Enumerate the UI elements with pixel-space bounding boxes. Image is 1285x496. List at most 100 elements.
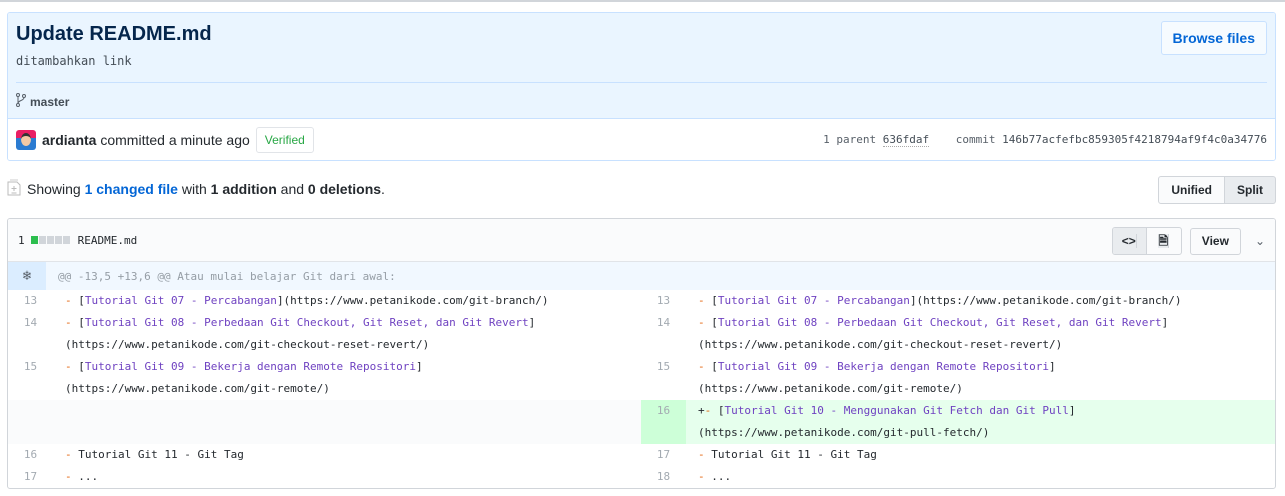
diffstat-block — [30, 236, 38, 244]
line-number[interactable]: 15 — [641, 356, 686, 400]
code-token-plain: ] — [1068, 404, 1076, 417]
view-file-button[interactable]: View — [1189, 227, 1241, 255]
code-token-plain: ... — [711, 470, 732, 483]
code-token-plain: + — [698, 404, 705, 417]
line-number[interactable]: 15 — [8, 356, 53, 400]
code-token-plain: Tutorial Git 11 - Git Tag — [78, 448, 244, 461]
commit-message: ditambahkan link — [16, 54, 132, 68]
code-line: - [Tutorial Git 07 - Percabangan](https:… — [53, 290, 641, 312]
code-token-plain: [ — [717, 404, 725, 417]
diff-summary: Showing 1 changed file with 1 addition a… — [7, 179, 385, 199]
line-number[interactable]: 13 — [641, 290, 686, 312]
rich-view-button[interactable]: 🗎 — [1147, 228, 1181, 254]
code-token-dash: - — [65, 448, 79, 461]
line-number[interactable] — [8, 400, 53, 444]
diffstat-block — [38, 236, 46, 244]
diff-row: 13- [Tutorial Git 07 - Percabangan](http… — [8, 290, 1275, 312]
author-link[interactable]: ardianta — [42, 132, 96, 148]
parent-sha-link[interactable]: 636fdaf — [882, 133, 930, 147]
right-side: 14- [Tutorial Git 08 - Perbedaan Git Che… — [641, 312, 1275, 356]
commit-meta: ardianta committed a minute ago Verified… — [8, 118, 1275, 160]
right-side: 17- Tutorial Git 11 - Git Tag — [641, 444, 1275, 466]
left-side: 16- Tutorial Git 11 - Git Tag — [8, 444, 641, 466]
code-token-plain: (https://www.petanikode.com/git-pull-fet… — [698, 426, 990, 439]
code-token-plain: (https://www.petanikode.com/git-checkout… — [65, 338, 430, 351]
browse-files-button[interactable]: Browse files — [1160, 21, 1267, 55]
code-token-dash: - — [698, 294, 712, 307]
left-side: 14- [Tutorial Git 08 - Perbedaan Git Che… — [8, 312, 641, 356]
commit-title: Update README.md — [16, 23, 212, 45]
code-token-plain: ] — [416, 360, 423, 373]
expand-icon[interactable]: ❄ — [8, 262, 46, 290]
changed-files-link[interactable]: 1 changed file — [85, 181, 178, 197]
branch[interactable]: master — [16, 93, 69, 110]
code-token-dash: - — [65, 294, 79, 307]
left-side: 17- ... — [8, 466, 641, 488]
code-token-plain: ] — [528, 316, 536, 329]
line-number[interactable]: 18 — [641, 466, 686, 488]
unified-button[interactable]: Unified — [1158, 176, 1225, 204]
and-label: and — [280, 181, 305, 197]
code-line: - [Tutorial Git 07 - Percabangan](https:… — [686, 290, 1275, 312]
code-token-plain: [ — [78, 316, 85, 329]
code-line: +- [Tutorial Git 10 - Menggunakan Git Fe… — [686, 400, 1275, 444]
code-token-plain: [ — [711, 316, 718, 329]
file-name[interactable]: README.md — [78, 234, 138, 247]
code-line: - [Tutorial Git 09 - Bekerja dengan Remo… — [686, 356, 1275, 400]
left-side: 15- [Tutorial Git 09 - Bekerja dengan Re… — [8, 356, 641, 400]
code-token-plain: ](https://www.petanikode.com/git-branch/… — [909, 294, 1182, 307]
line-number[interactable]: 17 — [8, 466, 53, 488]
code-token-plain: [ — [711, 360, 718, 373]
diff-view-toggle: Unified Split — [1158, 176, 1276, 204]
diff-row: 14- [Tutorial Git 08 - Perbedaan Git Che… — [8, 312, 1275, 356]
avatar[interactable] — [16, 130, 36, 150]
additions-count: 1 addition — [210, 181, 277, 197]
diffstat-block — [62, 236, 70, 244]
code-token-link: Tutorial Git 08 - Perbedaan Git Checkout… — [717, 316, 1162, 329]
line-number[interactable]: 14 — [8, 312, 53, 356]
code-token-link: Tutorial Git 07 - Percabangan — [84, 294, 277, 307]
diff-row: 16 +- [Tutorial Git 10 - Menggunakan Git … — [8, 400, 1275, 444]
line-number[interactable]: 16 — [8, 444, 53, 466]
committed-time: committed a minute ago — [100, 132, 250, 148]
code-line: - Tutorial Git 11 - Git Tag — [686, 444, 1275, 466]
line-number[interactable]: 17 — [641, 444, 686, 466]
split-button[interactable]: Split — [1225, 176, 1276, 204]
right-side: 16 +- [Tutorial Git 10 - Menggunakan Git … — [641, 400, 1275, 444]
code-token-link: Tutorial Git 10 - Menggunakan Git Fetch … — [724, 404, 1069, 417]
code-token-dash: - — [65, 316, 79, 329]
code-line: - ... — [53, 466, 641, 488]
with-label: with — [181, 181, 207, 197]
code-token-dash: - — [704, 404, 718, 417]
code-token-dash: - — [65, 360, 79, 373]
diffstat — [30, 236, 70, 244]
code-token-plain: (https://www.petanikode.com/git-remote/) — [65, 382, 330, 395]
commit-sha-info: 1 parent 636fdaf commit 146b77acfefbc859… — [823, 133, 1267, 147]
file-diff: 1 README.md <> 🗎 View ⌄ ❄ @@ -13,5 +13,6… — [7, 218, 1276, 489]
right-side: 18- ... — [641, 466, 1275, 488]
code-token-link: Tutorial Git 09 - Bekerja dengan Remote … — [717, 360, 1050, 373]
line-number[interactable]: 16 — [641, 400, 686, 444]
code-token-plain: ] — [1161, 316, 1169, 329]
commit-label: commit — [955, 133, 996, 146]
verified-badge[interactable]: Verified — [255, 127, 314, 153]
code-token-dash: - — [698, 448, 712, 461]
code-token-plain: ](https://www.petanikode.com/git-branch/… — [276, 294, 549, 307]
parent-label: 1 parent — [823, 133, 877, 146]
chevron-down-icon[interactable]: ⌄ — [1255, 234, 1265, 248]
code-token-link: Tutorial Git 07 - Percabangan — [717, 294, 910, 307]
code-line: - [Tutorial Git 08 - Perbedaan Git Check… — [53, 312, 641, 356]
showing-label: Showing — [27, 181, 81, 197]
line-number[interactable]: 14 — [641, 312, 686, 356]
code-token-plain: [ — [78, 360, 85, 373]
code-token-plain: [ — [711, 294, 718, 307]
code-token-dash: - — [65, 470, 79, 483]
diffstat-block — [54, 236, 62, 244]
commit-sha: 146b77acfefbc859305f4218794af9f4c0a34776 — [1002, 133, 1267, 146]
period: . — [381, 181, 385, 197]
code-token-plain: ... — [78, 470, 99, 483]
source-view-button[interactable]: <> — [1112, 228, 1147, 254]
diffstat-block — [46, 236, 54, 244]
code-token-plain: (https://www.petanikode.com/git-checkout… — [698, 338, 1063, 351]
line-number[interactable]: 13 — [8, 290, 53, 312]
